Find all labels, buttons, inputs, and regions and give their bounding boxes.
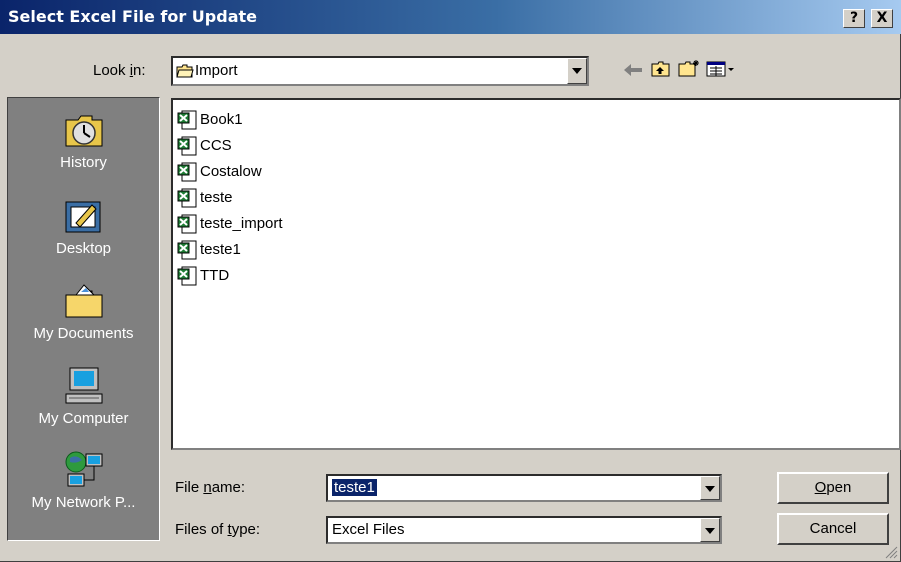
excel-file-icon <box>177 266 197 286</box>
file-name-label: File name: <box>175 479 246 496</box>
cancel-button[interactable]: Cancel <box>777 513 889 545</box>
file-name: teste <box>200 189 233 206</box>
excel-file-icon <box>177 136 197 156</box>
chevron-down-icon <box>705 486 715 492</box>
list-item[interactable]: teste <box>177 186 233 210</box>
file-list[interactable]: Book1 CCS Costalow teste teste_import te… <box>171 98 901 450</box>
open-folder-icon <box>176 64 194 78</box>
excel-file-icon <box>177 110 197 130</box>
excel-file-icon <box>177 162 197 182</box>
file-name: TTD <box>200 267 230 284</box>
desktop-icon <box>65 201 100 233</box>
place-label: My Documents <box>33 325 134 342</box>
list-item[interactable]: Book1 <box>177 108 243 132</box>
my-documents-icon <box>65 284 102 318</box>
place-label: Desktop <box>55 240 112 257</box>
chevron-down-icon <box>705 528 715 534</box>
place-history[interactable]: History <box>8 110 159 171</box>
places-bar: History Desktop My Documents My Computer… <box>7 97 160 541</box>
new-folder-icon <box>678 60 699 77</box>
file-name: teste_import <box>200 215 283 232</box>
dialog-title: Select Excel File for Update <box>8 7 257 26</box>
file-type-select[interactable]: Excel Files <box>326 516 722 544</box>
new-folder-button[interactable] <box>676 58 702 84</box>
file-name: CCS <box>200 137 232 154</box>
my-computer-icon <box>65 367 102 404</box>
list-item[interactable]: CCS <box>177 134 232 158</box>
file-type-dropdown-arrow[interactable] <box>700 518 720 542</box>
back-button[interactable] <box>620 58 646 84</box>
file-type-value: Excel Files <box>332 521 405 538</box>
back-arrow-icon <box>624 64 642 76</box>
chevron-down-icon <box>572 68 582 74</box>
close-button[interactable]: X <box>871 9 893 28</box>
place-label: My Computer <box>38 410 129 427</box>
place-my-computer[interactable]: My Computer <box>8 366 159 427</box>
file-name-input-value[interactable]: teste1 <box>332 479 377 496</box>
file-name-dropdown-arrow[interactable] <box>700 476 720 500</box>
file-dialog: Select Excel File for Update ? X Look in… <box>0 0 901 562</box>
file-name: teste1 <box>200 241 241 258</box>
my-network-places-icon <box>65 451 102 487</box>
look-in-combo[interactable]: Import <box>171 56 589 86</box>
title-bar[interactable]: Select Excel File for Update ? X <box>0 0 901 34</box>
up-one-level-button[interactable] <box>648 58 674 84</box>
views-menu-button[interactable] <box>704 58 738 84</box>
help-button[interactable]: ? <box>843 9 865 28</box>
place-my-documents[interactable]: My Documents <box>8 281 159 342</box>
place-my-network-places[interactable]: My Network P... <box>8 450 159 511</box>
list-item[interactable]: teste_import <box>177 212 283 236</box>
place-label: History <box>60 154 107 171</box>
place-label: My Network P... <box>31 494 136 511</box>
file-type-label: Files of type: <box>175 521 261 538</box>
look-in-dropdown-arrow[interactable] <box>567 58 587 84</box>
list-item[interactable]: TTD <box>177 264 229 288</box>
list-item[interactable]: teste1 <box>177 238 241 262</box>
look-in-value: Import <box>195 62 238 79</box>
excel-file-icon <box>177 214 197 234</box>
list-item[interactable]: Costalow <box>177 160 262 184</box>
up-one-level-icon <box>651 61 670 77</box>
views-menu-icon <box>706 61 734 77</box>
excel-file-icon <box>177 188 197 208</box>
open-button[interactable]: Open <box>777 472 889 504</box>
history-icon <box>65 115 102 147</box>
file-name: Costalow <box>200 163 262 180</box>
look-in-label: Look in: <box>93 62 146 79</box>
excel-file-icon <box>177 240 197 260</box>
file-name: Book1 <box>200 111 243 128</box>
file-name-field[interactable]: teste1 <box>326 474 722 502</box>
place-desktop[interactable]: Desktop <box>8 196 159 257</box>
resize-grip-icon[interactable] <box>884 545 898 559</box>
